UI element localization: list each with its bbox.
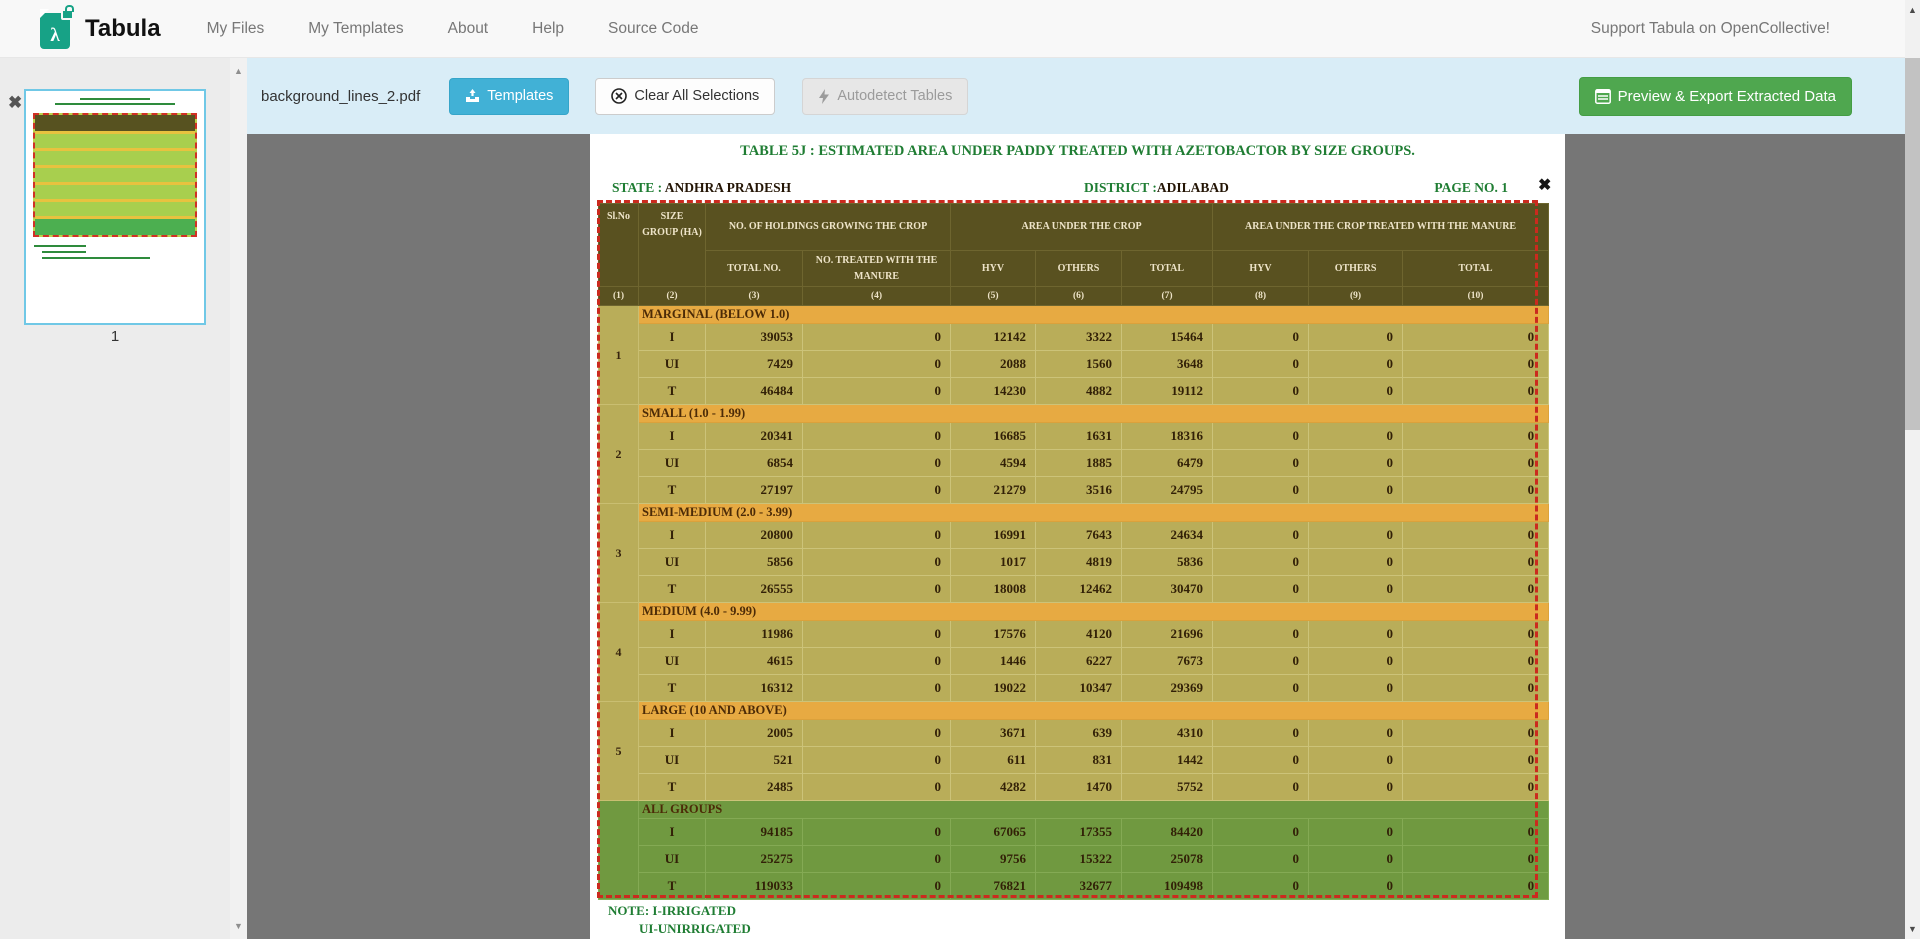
thumb-note-line — [34, 245, 86, 247]
templates-button-label: Templates — [487, 88, 553, 104]
scroll-down-icon[interactable]: ▼ — [1905, 924, 1920, 934]
scroll-up-icon[interactable]: ▲ — [234, 66, 243, 76]
lock-icon — [61, 9, 74, 20]
table-selection-overlay[interactable] — [597, 200, 1538, 898]
thumb-note-line — [42, 257, 150, 259]
thumb-title-line — [80, 98, 150, 100]
clear-button-label: Clear All Selections — [634, 88, 759, 104]
export-button-label: Preview & Export Extracted Data — [1618, 88, 1836, 105]
district-value: ADILABAD — [1157, 180, 1229, 195]
pdf-notes: NOTE: I-IRRIGATED UI-UNIRRIGATED — [608, 902, 751, 938]
pdf-info-row: STATE : ANDHRA PRADESH DISTRICT :ADILABA… — [590, 180, 1565, 196]
autodetect-button-label: Autodetect Tables — [837, 88, 952, 104]
remove-page-icon[interactable]: ✖ — [8, 94, 22, 111]
nav-item-about[interactable]: About — [448, 20, 489, 38]
page-thumbnail[interactable] — [24, 89, 206, 325]
support-link[interactable]: Support Tabula on OpenCollective! — [1591, 20, 1830, 38]
thumbnail-page-number: 1 — [24, 328, 206, 345]
state-value: ANDHRA PRADESH — [665, 180, 791, 195]
tabula-logo-icon: λ — [40, 9, 74, 49]
templates-tray-icon — [465, 89, 480, 103]
nav-item-source-code[interactable]: Source Code — [608, 20, 698, 38]
toolbar: background_lines_2.pdf Templates Clear A… — [247, 58, 1905, 134]
district-label: DISTRICT : — [1084, 180, 1157, 195]
page-sidebar: ✖ 1 ▲ ▼ — [0, 58, 247, 939]
note-line: UI-UNIRRIGATED — [608, 920, 751, 938]
autodetect-tables-button: Autodetect Tables — [802, 78, 968, 115]
thumb-table-selection — [33, 113, 197, 237]
clear-all-selections-button[interactable]: Clear All Selections — [595, 78, 775, 115]
note-line: NOTE: I-IRRIGATED — [608, 902, 751, 920]
navbar: λ Tabula My Files My Templates About Hel… — [0, 0, 1920, 58]
brand-title: Tabula — [85, 15, 161, 43]
sidebar-scrollbar[interactable]: ▲ ▼ — [230, 58, 247, 939]
scroll-down-icon[interactable]: ▼ — [234, 921, 243, 931]
main-scrollbar[interactable]: ▲ ▼ — [1905, 0, 1920, 939]
state-label: STATE : — [612, 180, 662, 195]
pdf-table-title: TABLE 5J : ESTIMATED AREA UNDER PADDY TR… — [590, 143, 1565, 160]
thumb-title-line — [55, 103, 175, 105]
templates-button[interactable]: Templates — [449, 78, 569, 115]
page-no-label: PAGE NO. 1 — [1434, 180, 1508, 196]
scrollbar-thumb[interactable] — [1905, 58, 1920, 430]
nav-item-help[interactable]: Help — [532, 20, 564, 38]
selection-close-icon[interactable]: ✖ — [1538, 178, 1551, 194]
table-list-icon — [1595, 89, 1611, 104]
document-filename: background_lines_2.pdf — [261, 88, 420, 105]
pdf-page[interactable]: TABLE 5J : ESTIMATED AREA UNDER PADDY TR… — [590, 134, 1565, 939]
preview-export-button[interactable]: Preview & Export Extracted Data — [1579, 77, 1852, 116]
clear-circle-x-icon — [611, 88, 627, 104]
pdf-viewer: TABLE 5J : ESTIMATED AREA UNDER PADDY TR… — [247, 134, 1905, 939]
scroll-up-icon[interactable]: ▲ — [1905, 5, 1920, 15]
thumb-note-line — [42, 251, 86, 253]
nav-item-my-files[interactable]: My Files — [207, 20, 265, 38]
nav-menu: My Files My Templates About Help Source … — [207, 20, 699, 38]
lightning-icon — [818, 89, 830, 104]
nav-item-my-templates[interactable]: My Templates — [308, 20, 403, 38]
